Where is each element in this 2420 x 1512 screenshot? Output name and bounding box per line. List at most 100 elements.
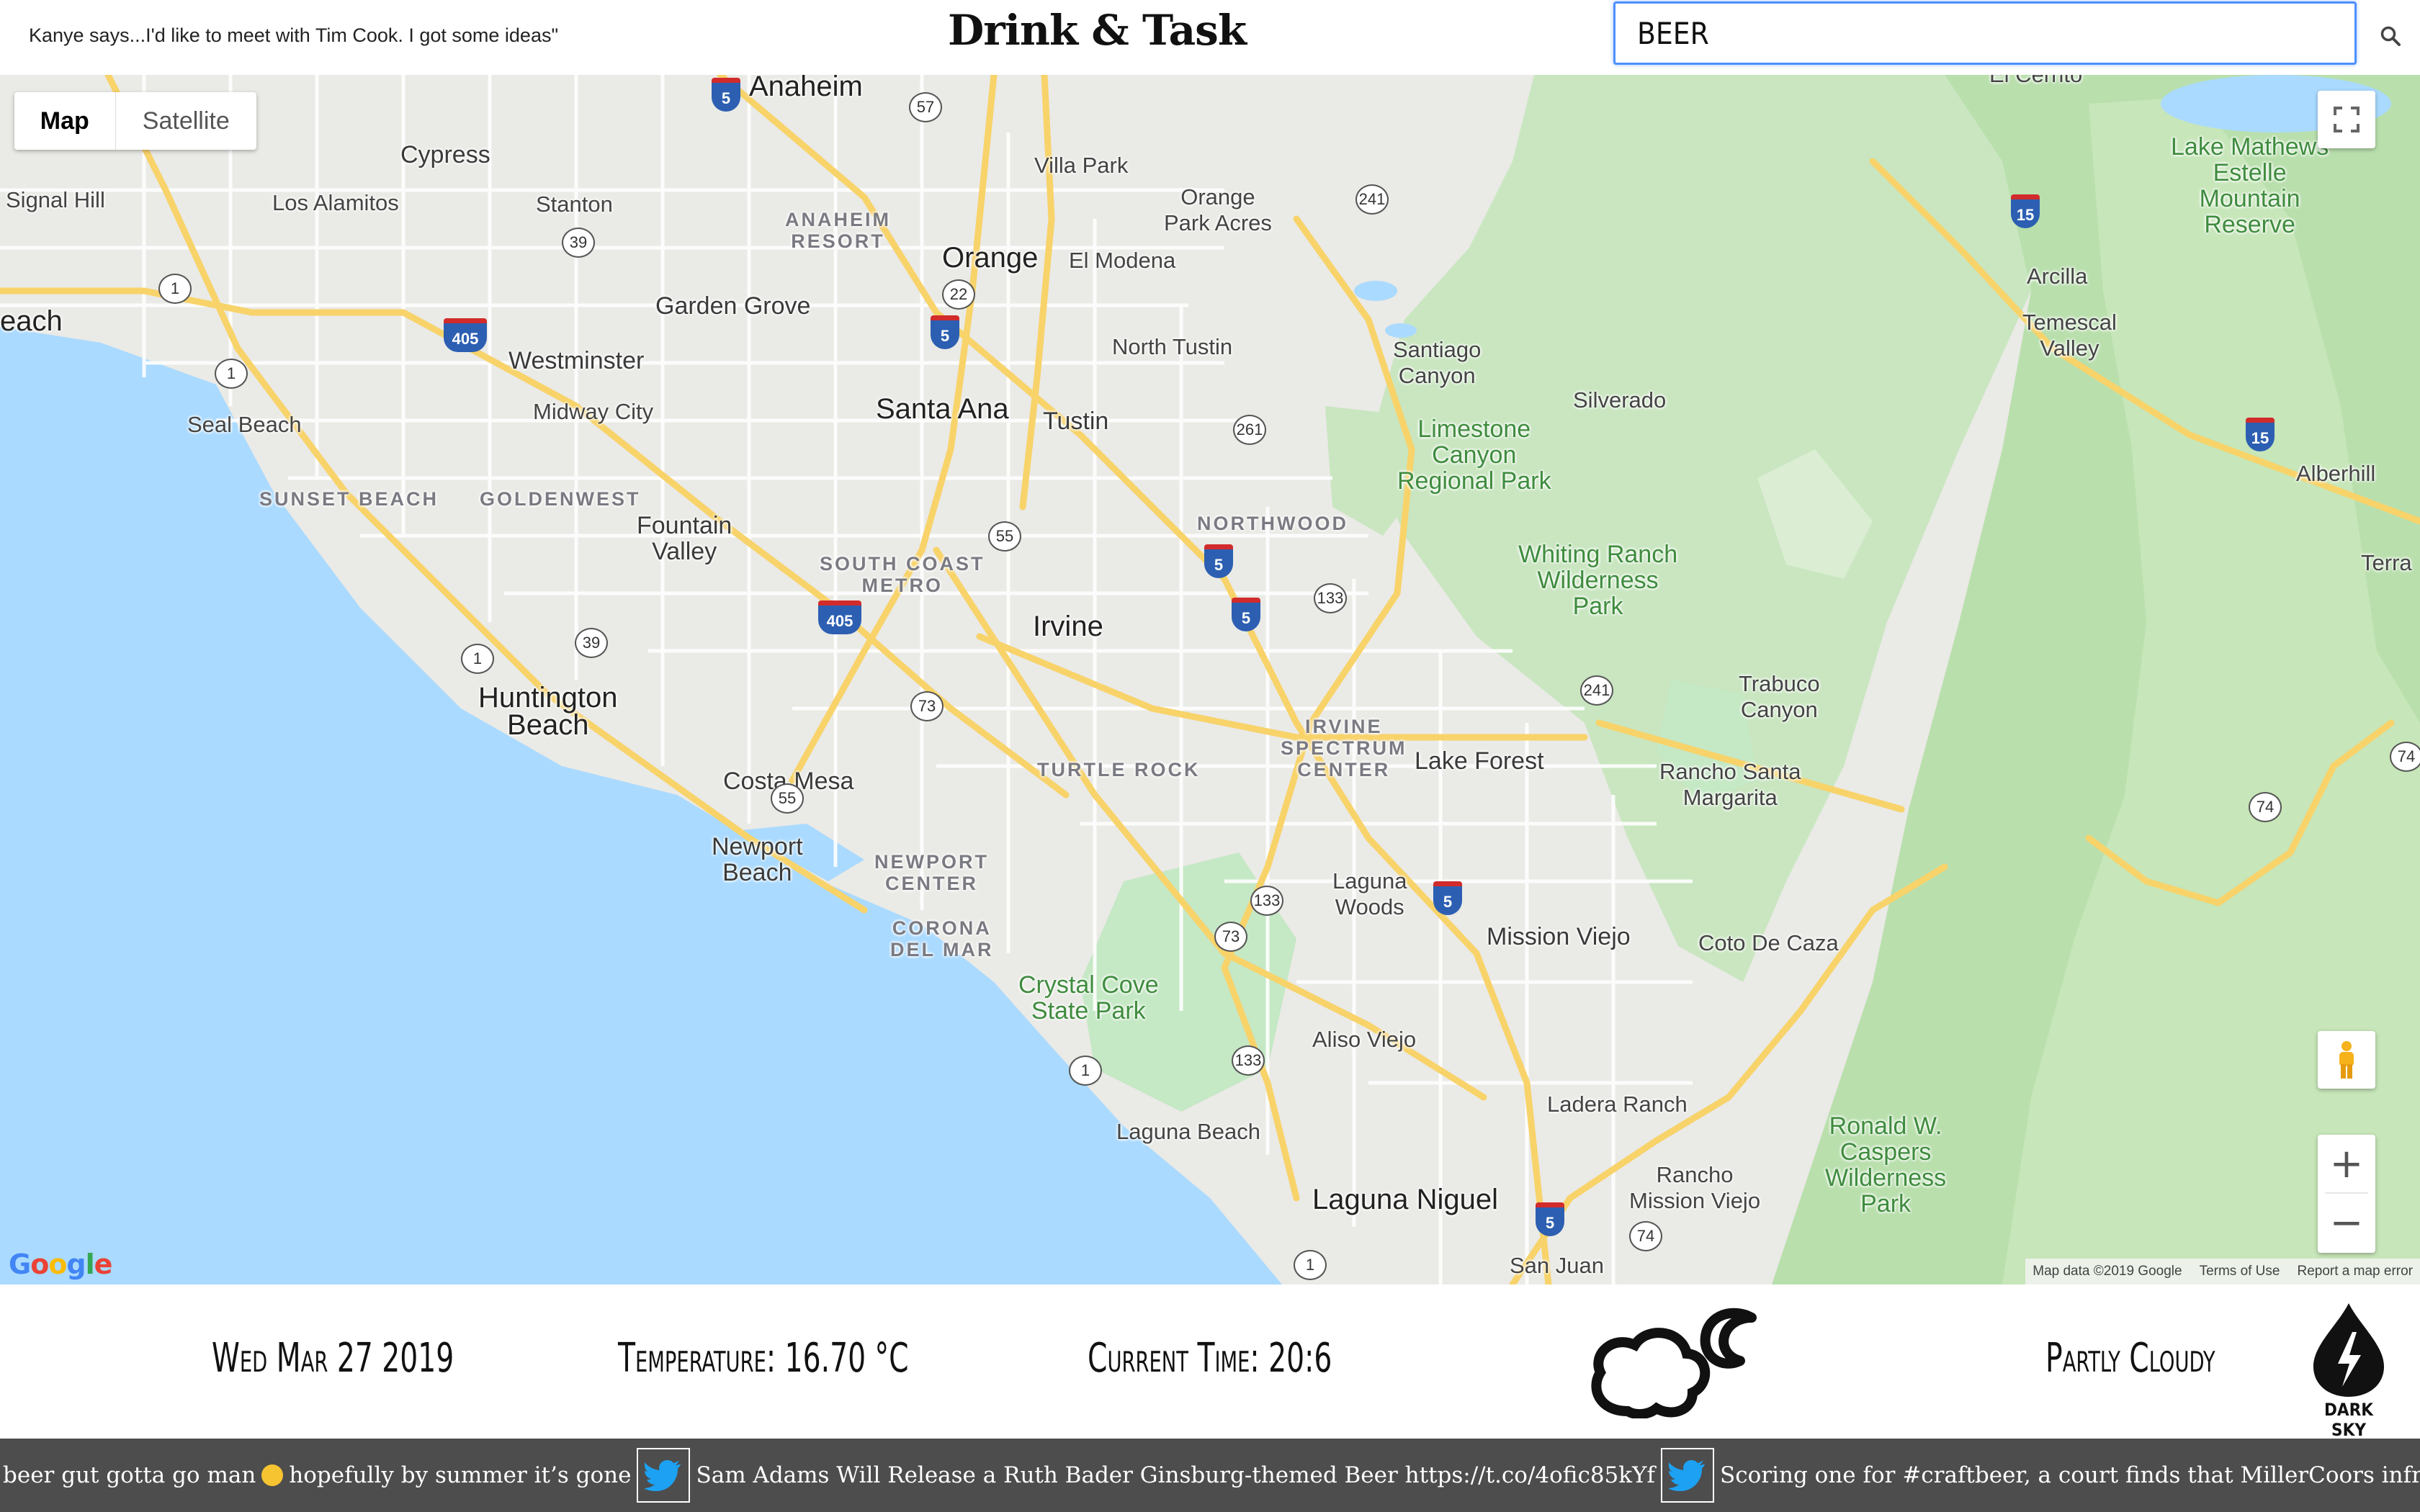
park-label: Whiting Ranch Wilderness Park	[1518, 541, 1678, 620]
interstate-shield: 5	[1433, 881, 1462, 915]
interstate-shield: 5	[1232, 598, 1260, 631]
zoom-out-button[interactable]: −	[2318, 1194, 2375, 1251]
place-label: Trabuco Canyon	[1739, 671, 1820, 722]
satellite-view-button[interactable]: Satellite	[115, 92, 256, 150]
interstate-shield: 5	[712, 78, 740, 112]
state-route-shield: 22	[942, 279, 975, 310]
map-type-control: Map Satellite	[14, 92, 256, 150]
search-input[interactable]	[1613, 1, 2357, 65]
tweet-text[interactable]: beer gut gotta go man	[0, 1462, 259, 1488]
place-label: Alberhill	[2296, 461, 2376, 486]
place-label: Silverado	[1573, 387, 1667, 413]
current-time-label: Current Time: 20:6	[1088, 1335, 1332, 1382]
place-label: Santa Ana	[876, 393, 1009, 425]
interstate-shield: 5	[1536, 1202, 1564, 1236]
state-route-shield: 1	[461, 644, 494, 674]
map-attribution: Map data ©2019 Google Terms of Use Repor…	[2025, 1259, 2420, 1284]
place-label: San Juan	[1510, 1253, 1604, 1278]
place-label: Rancho Mission Viejo	[1629, 1162, 1761, 1213]
tweet-text[interactable]: Scoring one for #craftbeer, a court find…	[1717, 1462, 2420, 1488]
place-label: Ladera Ranch	[1547, 1092, 1688, 1117]
state-route-shield: 133	[1314, 583, 1347, 613]
park-label: Ronald W. Caspers Wilderness Park	[1825, 1112, 1947, 1218]
state-route-shield: 1	[1069, 1056, 1102, 1086]
search-button[interactable]	[2364, 4, 2417, 68]
district-label: ANAHEIM RESORT	[785, 209, 891, 252]
place-label: North Tustin	[1112, 334, 1233, 359]
place-label: Mission Viejo	[1487, 923, 1631, 950]
place-label: Laguna Beach	[1116, 1119, 1260, 1144]
google-logo: Google	[9, 1248, 112, 1280]
place-label: Westminster	[508, 347, 645, 374]
interstate-shield: 5	[931, 315, 959, 349]
map-data-credit: Map data ©2019 Google	[2033, 1264, 2182, 1279]
state-route-shield: 74	[2390, 742, 2420, 772]
place-label: Stanton	[536, 192, 613, 217]
place-label: El Modena	[1069, 248, 1176, 273]
state-route-shield: 241	[1355, 184, 1389, 215]
state-route-shield: 133	[1250, 886, 1283, 916]
fullscreen-button[interactable]	[2318, 91, 2375, 148]
place-label: Anaheim	[749, 75, 863, 102]
dark-sky-logo[interactable]: DARK SKY	[2309, 1300, 2388, 1440]
tweet-text[interactable]: Sam Adams Will Release a Ruth Bader Gins…	[693, 1462, 1658, 1488]
state-route-shield: 74	[2249, 792, 2282, 822]
place-label: Fountain Valley	[637, 512, 732, 565]
street-view-button[interactable]	[2318, 1031, 2375, 1089]
district-label: NORTHWOOD	[1197, 513, 1348, 534]
district-label: SUNSET BEACH	[259, 488, 439, 510]
park-label: Lake Mathews Estelle Mountain Reserve	[2171, 133, 2329, 238]
report-map-error-link[interactable]: Report a map error	[2297, 1259, 2413, 1284]
place-label: Coto De Caza	[1698, 930, 1839, 955]
app-title: Drink & Task	[948, 6, 1247, 55]
state-route-shield: 73	[910, 691, 944, 721]
district-label: CORONA DEL MAR	[890, 917, 994, 960]
place-label: Lake Forest	[1415, 747, 1544, 775]
tweet-text[interactable]: hopefully by summer it’s gone	[286, 1462, 634, 1488]
place-label: Seal Beach	[187, 412, 302, 437]
place-label: Laguna Niguel	[1312, 1184, 1498, 1215]
tweet-ticker: beer gut gotta go man hopefully by summe…	[0, 1439, 2420, 1512]
state-route-shield: 39	[575, 628, 608, 658]
map-canvas[interactable]: Anaheim Cypress Signal Hill Los Alamitos…	[0, 75, 2420, 1284]
place-label: Arcilla	[2027, 264, 2088, 289]
state-route-shield: 1	[215, 359, 248, 389]
place-label: Temescal Valley	[2022, 310, 2117, 361]
twitter-bird-icon	[637, 1448, 691, 1503]
raindrop-lightning-icon	[2313, 1303, 2384, 1397]
place-label: Villa Park	[1034, 153, 1129, 178]
state-route-shield: 74	[1629, 1221, 1662, 1251]
top-bar: Kanye says...I'd like to meet with Tim C…	[0, 0, 2420, 75]
place-label: Los Alamitos	[272, 190, 399, 215]
interstate-shield: 5	[1204, 544, 1233, 578]
zoom-in-button[interactable]: +	[2318, 1135, 2375, 1192]
partly-cloudy-night-icon	[1591, 1308, 1757, 1418]
place-label: Signal Hill	[6, 187, 105, 212]
district-label: GOLDENWEST	[480, 488, 641, 510]
place-label: Orange Park Acres	[1164, 184, 1272, 235]
district-label: NEWPORT CENTER	[874, 851, 989, 894]
fullscreen-icon	[2334, 107, 2360, 132]
interstate-shield: 15	[2011, 194, 2040, 228]
place-label: El Cerrito	[1989, 75, 2082, 88]
place-label: Huntington Beach	[478, 682, 618, 741]
place-label: each	[0, 305, 63, 337]
place-label: Tustin	[1043, 408, 1109, 435]
state-route-shield: 133	[1232, 1045, 1265, 1076]
map-base-layer	[0, 75, 2420, 1284]
interstate-shield: 405	[444, 318, 487, 352]
state-route-shield: 1	[158, 274, 192, 304]
state-route-shield: 39	[562, 228, 595, 258]
kanye-quote: Kanye says...I'd like to meet with Tim C…	[29, 24, 559, 46]
state-route-shield: 241	[1580, 675, 1613, 706]
place-label: Cypress	[400, 141, 490, 168]
search-icon	[2380, 26, 2401, 46]
state-route-shield: 261	[1233, 415, 1266, 445]
terms-of-use-link[interactable]: Terms of Use	[2200, 1259, 2280, 1284]
map-view-button[interactable]: Map	[14, 92, 115, 150]
place-label: Orange	[942, 242, 1039, 274]
temperature-label: Temperature: 16.70 °C	[618, 1335, 909, 1382]
state-route-shield: 57	[909, 92, 942, 122]
place-label: Irvine	[1033, 611, 1103, 642]
interstate-shield: 405	[818, 600, 861, 634]
